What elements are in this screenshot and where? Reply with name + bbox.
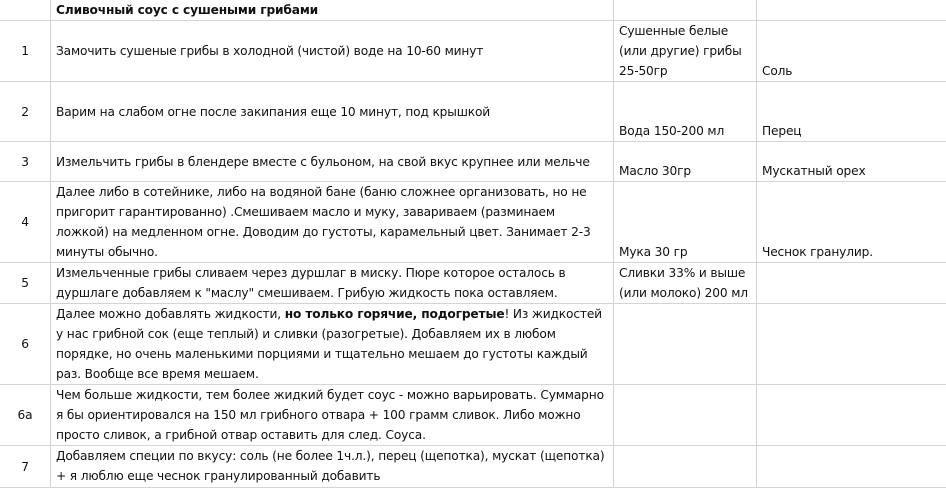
seasoning-cell[interactable]: Перец (757, 82, 946, 142)
ingredient-cell[interactable] (614, 304, 757, 385)
step-number[interactable]: 6а (0, 385, 51, 446)
step-text[interactable]: Замочить сушеные грибы в холодной (чисто… (51, 21, 614, 82)
step-text-before: Далее можно добавлять жидкости, (56, 307, 285, 321)
step-text[interactable]: Далее либо в сотейнике, либо на водяной … (51, 182, 614, 263)
ingredient-cell[interactable] (614, 446, 757, 488)
recipe-spreadsheet: Сливочный соус с сушеными грибами 1 Замо… (0, 0, 946, 488)
step-text[interactable]: Чем больше жидкости, тем более жидкий бу… (51, 385, 614, 446)
table-row: 6 Далее можно добавлять жидкости, но тол… (0, 304, 946, 385)
step-number[interactable]: 5 (0, 263, 51, 304)
step-number[interactable]: 6 (0, 304, 51, 385)
step-number[interactable]: 7 (0, 446, 51, 488)
step-text[interactable]: Измельчить грибы в блендере вместе с бул… (51, 142, 614, 182)
cell-a-title[interactable] (0, 0, 51, 21)
ingredient-cell[interactable]: Сливки 33% и выше (или молоко) 200 мл (614, 263, 757, 304)
seasoning-cell[interactable] (757, 304, 946, 385)
cell-c-title[interactable] (614, 0, 757, 21)
cell-d-title[interactable] (757, 0, 946, 21)
step-number[interactable]: 1 (0, 21, 51, 82)
table-row: 4 Далее либо в сотейнике, либо на водяно… (0, 182, 946, 263)
ingredient-cell[interactable]: Мука 30 гр (614, 182, 757, 263)
ingredient-cell[interactable]: Масло 30гр (614, 142, 757, 182)
seasoning-cell[interactable] (757, 446, 946, 488)
table-row: 2 Варим на слабом огне после закипания е… (0, 82, 946, 142)
table-row: 6а Чем больше жидкости, тем более жидкий… (0, 385, 946, 446)
step-number[interactable]: 3 (0, 142, 51, 182)
seasoning-cell[interactable] (757, 385, 946, 446)
step-number[interactable]: 2 (0, 82, 51, 142)
seasoning-cell[interactable]: Мускатный орех (757, 142, 946, 182)
seasoning-cell[interactable] (757, 263, 946, 304)
step-text[interactable]: Добавляем специи по вкусу: соль (не боле… (51, 446, 614, 488)
step-number[interactable]: 4 (0, 182, 51, 263)
table-row: 3 Измельчить грибы в блендере вместе с б… (0, 142, 946, 182)
step-text-bold: но только горячие, подогретые (285, 307, 505, 321)
recipe-title[interactable]: Сливочный соус с сушеными грибами (51, 0, 614, 21)
step-text[interactable]: Измельченные грибы сливаем через дуршлаг… (51, 263, 614, 304)
step-text[interactable]: Далее можно добавлять жидкости, но тольк… (51, 304, 614, 385)
table-row-title: Сливочный соус с сушеными грибами (0, 0, 946, 21)
ingredient-cell[interactable] (614, 385, 757, 446)
ingredient-cell[interactable]: Сушенные белые (или другие) грибы 25-50г… (614, 21, 757, 82)
step-text[interactable]: Варим на слабом огне после закипания еще… (51, 82, 614, 142)
table-row: 1 Замочить сушеные грибы в холодной (чис… (0, 21, 946, 82)
seasoning-cell[interactable]: Соль (757, 21, 946, 82)
ingredient-cell[interactable]: Вода 150-200 мл (614, 82, 757, 142)
table-row: 5 Измельченные грибы сливаем через дуршл… (0, 263, 946, 304)
seasoning-cell[interactable]: Чеснок гранулир. (757, 182, 946, 263)
table-row: 7 Добавляем специи по вкусу: соль (не бо… (0, 446, 946, 488)
